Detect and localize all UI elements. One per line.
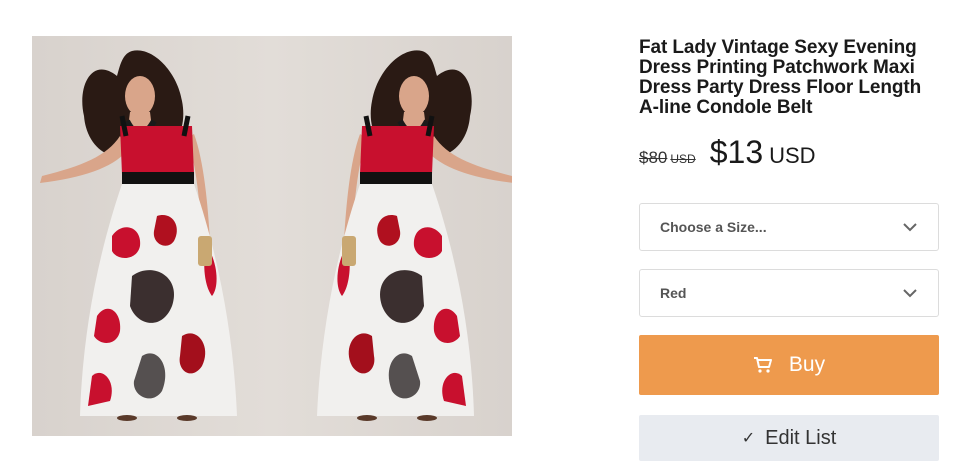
buy-button[interactable]: Buy [639, 335, 939, 395]
product-page: Fat Lady Vintage Sexy Evening Dress Prin… [0, 0, 959, 467]
check-icon: ✓ [741, 430, 756, 447]
color-select-value: Red [660, 285, 687, 301]
edit-list-label: Edit List [765, 426, 837, 449]
model-figure-right [317, 50, 512, 421]
product-details: Fat Lady Vintage Sexy Evening Dress Prin… [639, 37, 939, 461]
product-title: Fat Lady Vintage Sexy Evening Dress Prin… [639, 37, 922, 118]
sale-price-currency: USD [769, 143, 816, 168]
old-price-currency: USD [670, 152, 696, 166]
cart-icon [753, 357, 772, 373]
edit-list-button[interactable]: ✓ Edit List [639, 415, 939, 461]
product-image[interactable] [32, 36, 512, 436]
price-row: $80 USD $13 USD [639, 134, 939, 171]
size-select[interactable]: Choose a Size... [639, 203, 939, 251]
sale-price: $13 [709, 134, 764, 170]
dress-photo [32, 36, 512, 436]
model-figure-left [40, 50, 237, 421]
color-select[interactable]: Red [639, 269, 939, 317]
size-select-value: Choose a Size... [660, 219, 767, 235]
buy-button-label: Buy [788, 353, 826, 376]
chevron-down-icon [903, 223, 917, 232]
old-price: $80 [639, 148, 668, 167]
chevron-down-icon [903, 289, 917, 298]
